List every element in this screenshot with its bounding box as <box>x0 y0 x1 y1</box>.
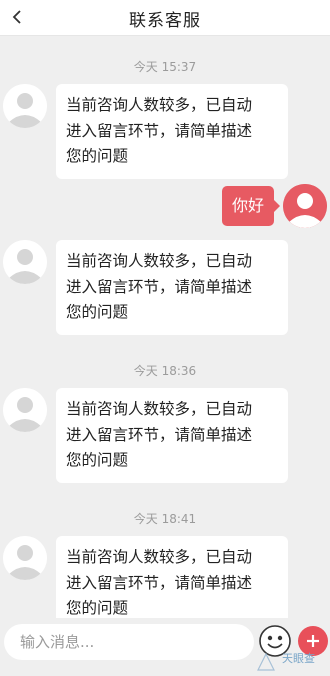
received-message-bubble: 当前咨询人数较多，已自动 进入留言环节，请简单描述 您的问题 <box>56 84 288 179</box>
chat-screen: 联系客服 今天 15:37 当前咨询人数较多，已自动 进入留言环节，请简单描述 … <box>0 0 330 676</box>
message-line: 当前咨询人数较多，已自动 <box>66 548 253 566</box>
message-line: 您的问题 <box>66 451 129 469</box>
received-message-bubble: 当前咨询人数较多，已自动 进入留言环节，请简单描述 您的问题 <box>56 240 288 335</box>
message-timestamp: 今天 15:37 <box>133 60 197 74</box>
agent-avatar <box>3 536 47 580</box>
user-silhouette-icon <box>3 388 47 432</box>
user-silhouette-icon <box>283 184 327 228</box>
message-input[interactable]: 输入消息... <box>4 624 254 660</box>
received-message-bubble: 当前咨询人数较多，已自动 进入留言环节，请简单描述 您的问题 <box>56 388 288 483</box>
message-line: 进入留言环节，请简单描述 <box>66 277 253 296</box>
agent-avatar <box>3 240 47 284</box>
message-line: 您的问题 <box>66 303 129 321</box>
page-title: 联系客服 <box>129 11 201 31</box>
message-timestamp: 今天 18:41 <box>133 512 197 526</box>
message-line: 进入留言环节，请简单描述 <box>66 121 253 140</box>
message-line: 您的问题 <box>66 147 129 165</box>
watermark-text: 天眼查 <box>282 652 315 665</box>
message-line: 进入留言环节，请简单描述 <box>66 425 253 444</box>
message-line: 进入留言环节，请简单描述 <box>66 573 253 592</box>
user-silhouette-icon <box>3 84 47 128</box>
message-line: 当前咨询人数较多，已自动 <box>66 252 253 270</box>
message-line: 当前咨询人数较多，已自动 <box>66 400 253 418</box>
message-timestamp: 今天 18:36 <box>133 364 197 378</box>
user-silhouette-icon <box>3 240 47 284</box>
agent-avatar <box>3 84 47 128</box>
message-line: 当前咨询人数较多，已自动 <box>66 96 253 114</box>
user-avatar <box>283 184 327 228</box>
received-message-bubble: 当前咨询人数较多，已自动 进入留言环节，请简单描述 您的问题 <box>56 536 288 631</box>
user-silhouette-icon <box>3 536 47 580</box>
header-bar: 联系客服 <box>0 0 330 36</box>
sent-message-bubble: 你好 <box>222 186 280 226</box>
agent-avatar <box>3 388 47 432</box>
plus-icon <box>307 635 319 647</box>
